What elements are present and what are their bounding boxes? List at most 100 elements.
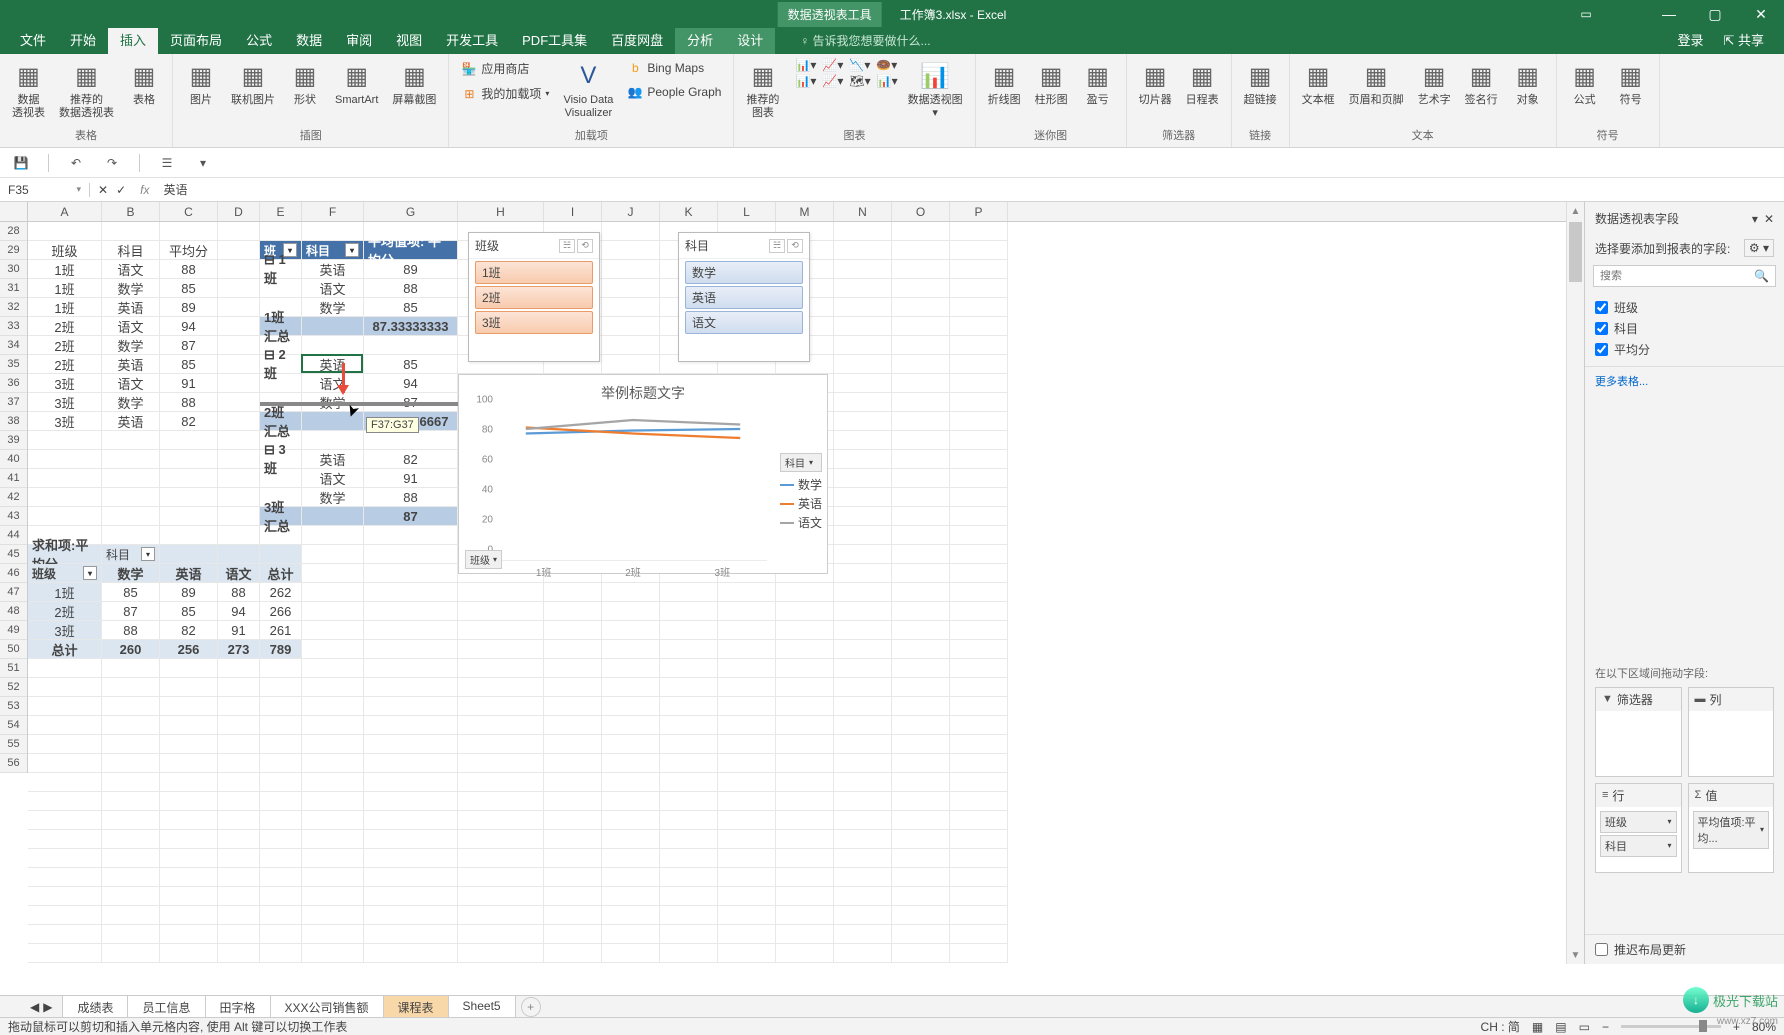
- cell[interactable]: [892, 469, 950, 488]
- row-header[interactable]: 56: [0, 754, 27, 773]
- cell[interactable]: [892, 773, 950, 792]
- cell[interactable]: [260, 697, 302, 716]
- row-header[interactable]: 42: [0, 488, 27, 507]
- cell[interactable]: [950, 697, 1008, 716]
- formula-input[interactable]: [155, 183, 1784, 197]
- cell[interactable]: [892, 298, 950, 317]
- cell[interactable]: [892, 222, 950, 241]
- tab-文件[interactable]: 文件: [8, 25, 58, 54]
- cell[interactable]: [834, 640, 892, 659]
- cell[interactable]: [660, 659, 718, 678]
- cell[interactable]: [718, 678, 776, 697]
- cell[interactable]: [28, 792, 102, 811]
- cell[interactable]: [660, 868, 718, 887]
- cell[interactable]: [602, 944, 660, 963]
- cell[interactable]: [602, 602, 660, 621]
- cell[interactable]: [718, 849, 776, 868]
- cell[interactable]: [364, 526, 458, 545]
- col-header[interactable]: G: [364, 202, 458, 221]
- cell[interactable]: [364, 811, 458, 830]
- cell[interactable]: [302, 849, 364, 868]
- cell[interactable]: [28, 754, 102, 773]
- cell[interactable]: [364, 754, 458, 773]
- row-header[interactable]: 50: [0, 640, 27, 659]
- cell[interactable]: [718, 925, 776, 944]
- tab-开始[interactable]: 开始: [58, 25, 108, 54]
- cell[interactable]: [302, 431, 364, 450]
- cell[interactable]: [260, 944, 302, 963]
- cell[interactable]: [102, 830, 160, 849]
- cell[interactable]: [28, 887, 102, 906]
- tab-公式[interactable]: 公式: [234, 25, 284, 54]
- ribbon-推荐的图表[interactable]: ▦推荐的图表: [742, 58, 783, 122]
- cell[interactable]: [218, 792, 260, 811]
- tab-开发工具[interactable]: 开发工具: [434, 25, 510, 54]
- cell[interactable]: 94: [160, 317, 218, 336]
- cell[interactable]: 789: [260, 640, 302, 659]
- cell[interactable]: [102, 868, 160, 887]
- cell[interactable]: [718, 697, 776, 716]
- cell[interactable]: [218, 317, 260, 336]
- row-header[interactable]: 39: [0, 431, 27, 450]
- cell[interactable]: [544, 887, 602, 906]
- cell[interactable]: [950, 887, 1008, 906]
- cell[interactable]: 3班: [28, 374, 102, 393]
- cell[interactable]: [950, 222, 1008, 241]
- cell[interactable]: 数学: [302, 298, 364, 317]
- row-header[interactable]: 55: [0, 735, 27, 754]
- cell[interactable]: 2班: [28, 317, 102, 336]
- cell[interactable]: [458, 735, 544, 754]
- cell[interactable]: 数学: [302, 393, 364, 412]
- cell[interactable]: [660, 944, 718, 963]
- cell[interactable]: [834, 393, 892, 412]
- cell[interactable]: [602, 773, 660, 792]
- cell[interactable]: [218, 868, 260, 887]
- cell[interactable]: 数学: [102, 279, 160, 298]
- cell[interactable]: [160, 716, 218, 735]
- cell[interactable]: 英语: [102, 412, 160, 431]
- cell[interactable]: [364, 773, 458, 792]
- cell[interactable]: [28, 659, 102, 678]
- cell[interactable]: 科目: [102, 241, 160, 260]
- cell[interactable]: [602, 830, 660, 849]
- cell[interactable]: [302, 925, 364, 944]
- cell[interactable]: [302, 583, 364, 602]
- cell[interactable]: 87: [102, 602, 160, 621]
- cell[interactable]: [458, 944, 544, 963]
- cell[interactable]: [218, 298, 260, 317]
- chart-type-icon[interactable]: 🗺▾: [849, 74, 870, 88]
- cell[interactable]: [160, 678, 218, 697]
- cell[interactable]: ⊟ 3班: [260, 450, 302, 469]
- ribbon-options-icon[interactable]: ▭: [1568, 0, 1604, 28]
- cell[interactable]: [660, 583, 718, 602]
- row-header[interactable]: 40: [0, 450, 27, 469]
- cell[interactable]: [302, 640, 364, 659]
- cell[interactable]: [160, 697, 218, 716]
- cell[interactable]: [602, 925, 660, 944]
- cell[interactable]: [776, 697, 834, 716]
- cell[interactable]: [892, 754, 950, 773]
- cell[interactable]: [660, 792, 718, 811]
- cell[interactable]: [218, 716, 260, 735]
- cell[interactable]: 英语: [102, 298, 160, 317]
- cell[interactable]: [834, 830, 892, 849]
- cell[interactable]: 语文: [102, 317, 160, 336]
- cell[interactable]: [892, 868, 950, 887]
- pivot-chart[interactable]: 举例标题文字 020406080100 1班2班3班 科目 ▾ 数学英语语文 班…: [458, 374, 828, 574]
- cell[interactable]: [260, 906, 302, 925]
- cell[interactable]: [28, 431, 102, 450]
- cell[interactable]: 科目▾: [302, 241, 364, 260]
- add-sheet-button[interactable]: +: [521, 997, 541, 1017]
- cell[interactable]: [302, 336, 364, 355]
- cell[interactable]: [950, 488, 1008, 507]
- ribbon-数据透视表[interactable]: ▦数据透视表: [8, 58, 49, 122]
- cell[interactable]: [28, 735, 102, 754]
- cell[interactable]: [102, 659, 160, 678]
- col-header[interactable]: M: [776, 202, 834, 221]
- cell[interactable]: [892, 279, 950, 298]
- col-header[interactable]: B: [102, 202, 160, 221]
- cell[interactable]: [28, 222, 102, 241]
- cell[interactable]: [950, 317, 1008, 336]
- cell[interactable]: [364, 944, 458, 963]
- cell[interactable]: [218, 906, 260, 925]
